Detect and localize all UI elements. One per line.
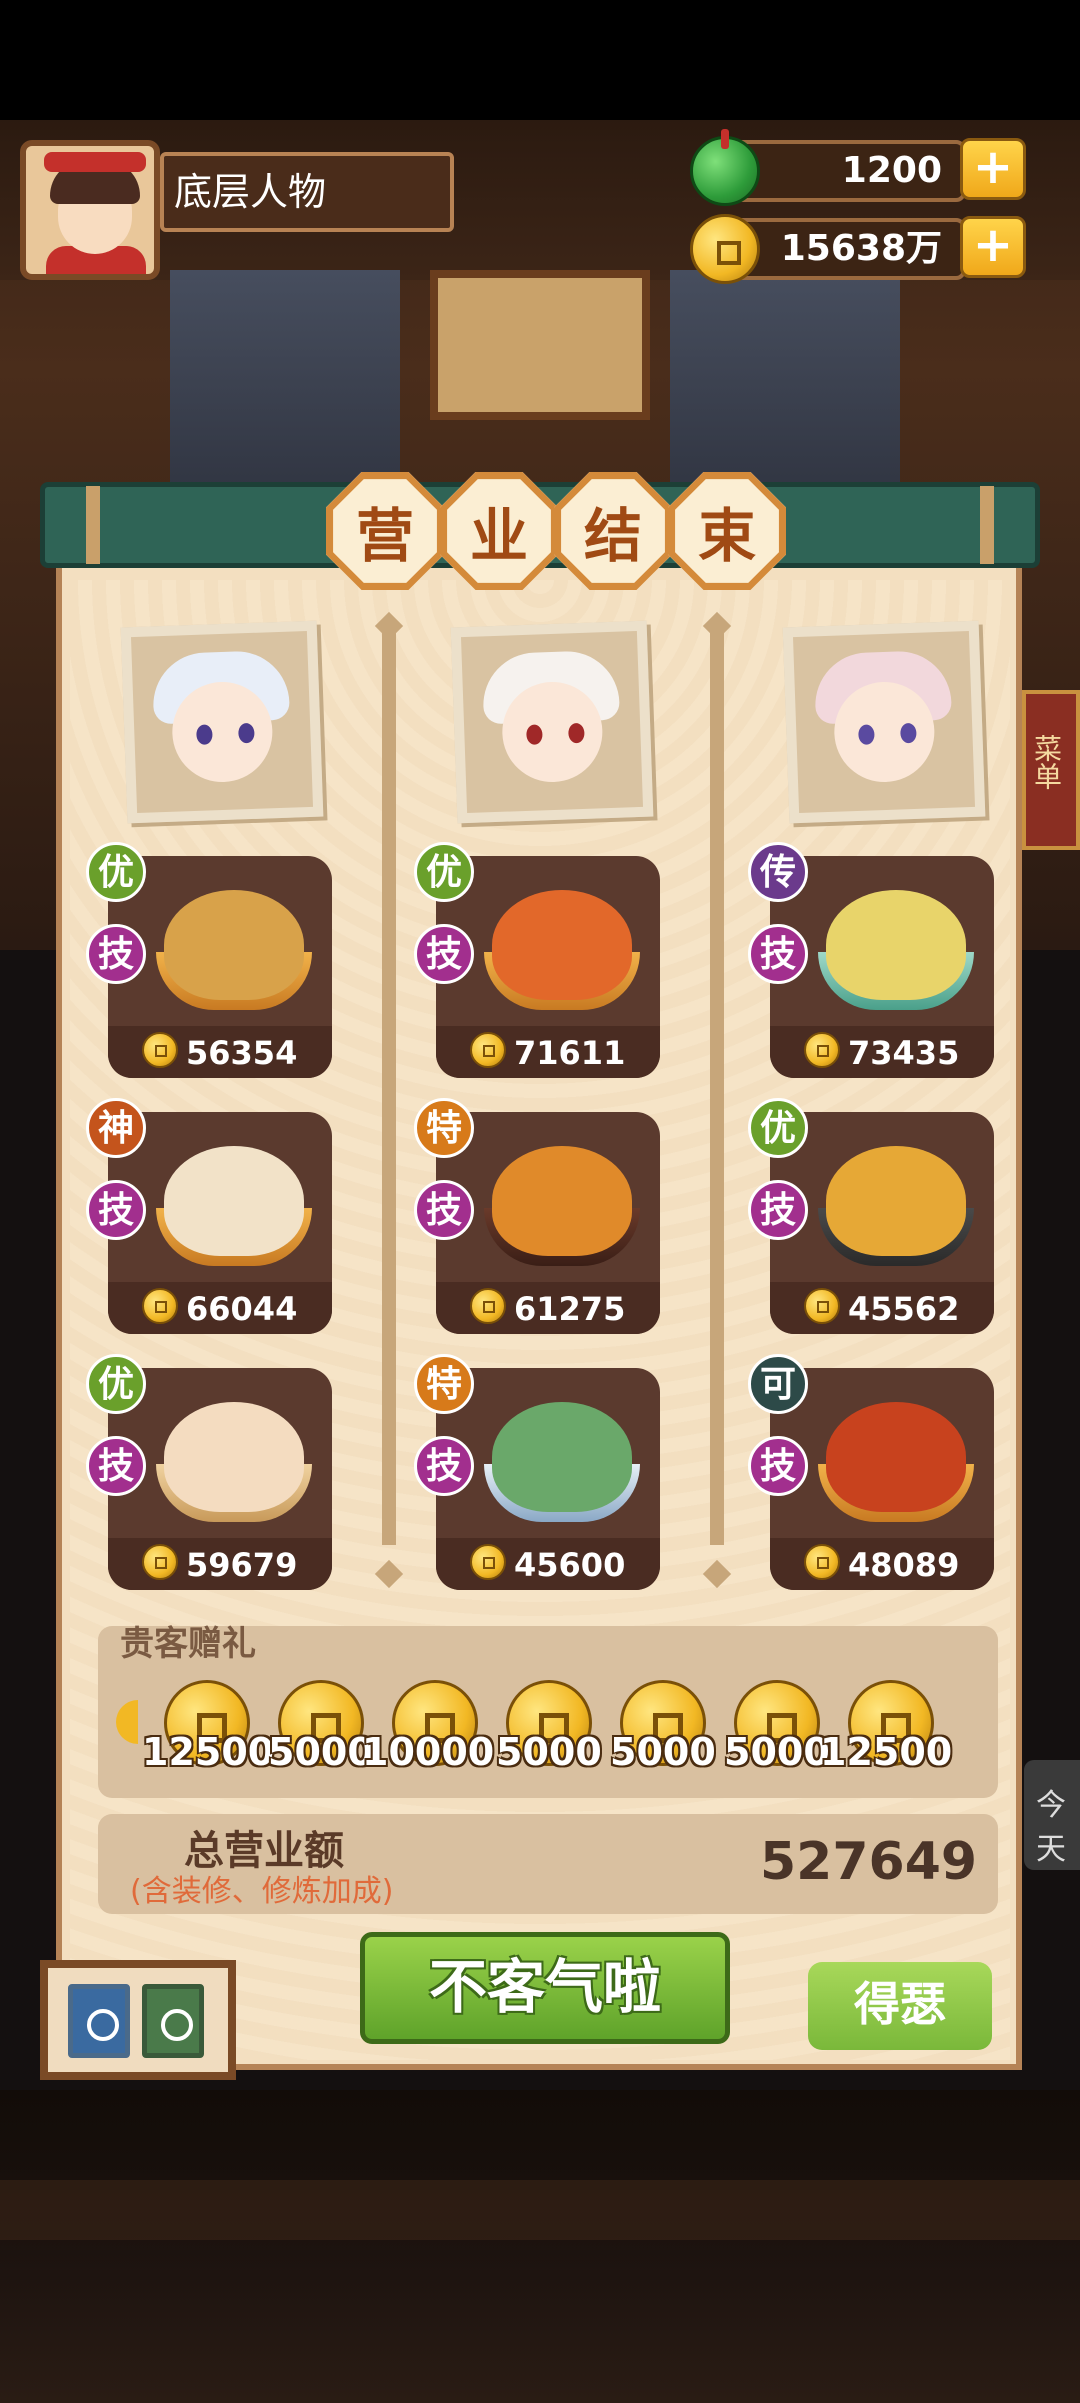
coin-icon	[142, 1544, 178, 1580]
confirm-button[interactable]: 不客气啦	[360, 1932, 730, 2044]
total-revenue-note: (含装修、修炼加成)	[130, 1874, 394, 1909]
today-tab[interactable]: 今天	[1024, 1760, 1080, 1870]
coin-icon	[470, 1032, 506, 1068]
coin-icon	[804, 1032, 840, 1068]
coin-icon	[142, 1032, 178, 1068]
skill-badge: 技	[414, 1180, 474, 1240]
grade-badge: 优	[86, 842, 146, 902]
dish-price: 73435	[848, 1034, 960, 1072]
gift-value: 5000	[496, 1730, 602, 1774]
title-char-3: 结	[554, 472, 672, 590]
dish-image	[164, 890, 304, 1000]
chef-portrait-1[interactable]	[120, 620, 324, 824]
gift-value: 5000	[724, 1730, 830, 1774]
dish-price: 45600	[514, 1546, 626, 1584]
jade-icon	[690, 129, 760, 206]
dish-image	[826, 1402, 966, 1512]
grade-badge: 特	[414, 1098, 474, 1158]
grade-badge: 优	[748, 1098, 808, 1158]
column-divider	[710, 625, 724, 1545]
dish-image	[492, 890, 632, 1000]
title-char-1: 营	[326, 472, 444, 590]
grade-badge: 传	[748, 842, 808, 902]
menu-tab[interactable]: 菜单	[1022, 690, 1080, 850]
dish-image	[492, 1402, 632, 1512]
coin-icon	[470, 1288, 506, 1324]
gift-value: 12500	[142, 1730, 275, 1774]
skill-badge: 技	[414, 1436, 474, 1496]
add-coins-button[interactable]: +	[960, 216, 1026, 278]
dish-price: 61275	[514, 1290, 626, 1328]
dish-image	[492, 1146, 632, 1256]
right-curtain	[670, 270, 900, 490]
player-avatar[interactable]	[20, 140, 160, 280]
skill-badge: 技	[748, 924, 808, 984]
grade-badge: 优	[414, 842, 474, 902]
dish-price: 56354	[186, 1034, 298, 1072]
grade-badge: 神	[86, 1098, 146, 1158]
dish-price: 45562	[848, 1290, 960, 1328]
grade-badge: 特	[414, 1354, 474, 1414]
dish-image	[164, 1402, 304, 1512]
dish-image	[826, 890, 966, 1000]
coin-icon	[470, 1544, 506, 1580]
chef-portrait-2[interactable]	[450, 620, 654, 824]
scroll-icon-blue[interactable]	[68, 1984, 130, 2058]
dish-image	[826, 1146, 966, 1256]
skill-badge: 技	[86, 1180, 146, 1240]
dish-image	[164, 1146, 304, 1256]
grade-badge: 优	[86, 1354, 146, 1414]
grade-badge: 可	[748, 1354, 808, 1414]
total-revenue-value: 527649	[760, 1832, 978, 1892]
add-jade-button[interactable]: +	[960, 138, 1026, 200]
dish-price: 59679	[186, 1546, 298, 1584]
chef-portrait-3[interactable]	[782, 620, 986, 824]
skill-badge: 技	[748, 1436, 808, 1496]
coin-icon	[804, 1544, 840, 1580]
player-name: 底层人物	[160, 152, 454, 232]
coin-icon	[804, 1288, 840, 1324]
column-divider	[382, 625, 396, 1545]
dish-price: 71611	[514, 1034, 626, 1072]
left-curtain	[170, 270, 400, 490]
scroll-icon-green[interactable]	[142, 1984, 204, 2058]
dish-price: 66044	[186, 1290, 298, 1328]
title-char-4: 束	[668, 472, 786, 590]
show-off-button[interactable]: 得瑟	[808, 1962, 992, 2050]
title-char-2: 业	[440, 472, 558, 590]
gift-value: 12500	[820, 1730, 953, 1774]
gift-value: 10000	[362, 1730, 495, 1774]
guest-gift-title: 贵客赠礼	[120, 1624, 256, 1664]
wall-scroll	[430, 270, 650, 420]
skill-badge: 技	[748, 1180, 808, 1240]
skill-badge: 技	[86, 924, 146, 984]
gift-value: 5000	[610, 1730, 716, 1774]
skill-badge: 技	[414, 924, 474, 984]
coin-icon	[690, 214, 760, 284]
gift-value: 5000	[268, 1730, 374, 1774]
bottom-background	[0, 2090, 1080, 2403]
dish-price: 48089	[848, 1546, 960, 1584]
coin-icon	[142, 1288, 178, 1324]
skill-badge: 技	[86, 1436, 146, 1496]
today-tab-label: 今天	[1036, 1788, 1066, 1867]
floor-strip	[0, 2180, 1080, 2240]
